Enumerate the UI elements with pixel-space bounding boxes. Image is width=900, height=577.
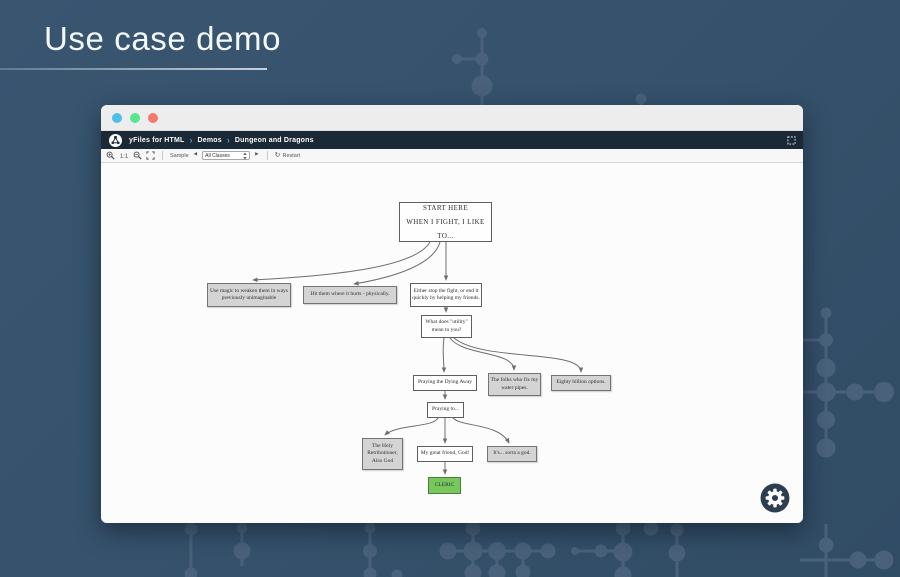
breadcrumb-current: Dungeon and Dragons [235, 137, 314, 144]
flow-node-eighty-billion[interactable]: Eighty billion options. [551, 375, 611, 391]
restart-label: Restart [282, 153, 300, 159]
edge-praying-to-sorta-god [453, 418, 509, 443]
flow-node-label: The folks who fix my water pipes. [490, 377, 539, 391]
breadcrumb-product[interactable]: yFiles for HTML [129, 137, 185, 144]
flow-node-label: CLERIC [435, 482, 455, 489]
flow-node-use-magic[interactable]: Use magic to weaken them in ways previou… [207, 283, 291, 307]
flow-node-label: START HERE WHEN I FIGHT, I LIKE TO... [401, 201, 490, 243]
title-underline [0, 68, 267, 70]
flow-node-praying-dying[interactable]: Praying the Dying Away [413, 375, 477, 391]
traffic-light-green[interactable] [130, 113, 140, 123]
edge-start-hit-them [354, 242, 440, 284]
fit-content-icon[interactable] [146, 151, 155, 160]
flow-node-label: Praying to... [432, 406, 459, 413]
chevron-right-icon: › [227, 136, 230, 145]
flow-node-stop-fight[interactable]: Either stop the fight, or end it quickly… [410, 283, 482, 307]
slide-background: Use case demo [0, 0, 900, 577]
edge-start-use-magic [253, 242, 430, 280]
page-title: Use case demo [44, 20, 281, 58]
edge-utility-folks [450, 338, 514, 370]
flow-node-praying-to[interactable]: Praying to... [427, 402, 464, 418]
traffic-light-blue[interactable] [112, 113, 122, 123]
select-stepper-icon [243, 152, 247, 160]
fullscreen-icon[interactable] [787, 136, 796, 145]
window-titlebar [101, 105, 803, 131]
sample-select[interactable]: All Classes [202, 151, 250, 160]
next-sample-button[interactable]: ▶ [254, 153, 259, 158]
flow-node-great-friend[interactable]: My great friend, God! [417, 446, 473, 462]
sample-label: Sample [170, 153, 189, 159]
svg-text:1:1: 1:1 [120, 154, 129, 160]
flow-node-label: What does "utility" mean to you? [423, 319, 470, 333]
zoom-in-icon[interactable] [106, 151, 115, 160]
chevron-right-icon: › [190, 136, 193, 145]
traffic-light-red[interactable] [148, 113, 158, 123]
flow-node-sorta-god[interactable]: It's... sorta a god. [487, 446, 537, 462]
flow-node-cleric[interactable]: CLERIC [428, 477, 461, 494]
yfiles-logo-icon [109, 134, 122, 147]
flow-node-hit-them[interactable]: Hit them where it hurts - physically. [303, 286, 397, 304]
browser-window: yFiles for HTML › Demos › Dungeon and Dr… [101, 105, 803, 523]
flow-node-label: The Holy Retributioner, Also God [367, 443, 397, 464]
demo-header: yFiles for HTML › Demos › Dungeon and Dr… [101, 131, 803, 149]
flow-node-label: Use magic to weaken them in ways previou… [209, 288, 289, 302]
flow-node-label: It's... sorta a god. [493, 450, 531, 457]
breadcrumb-demos[interactable]: Demos [198, 137, 222, 144]
flow-node-label: Praying the Dying Away [418, 379, 472, 386]
zoom-original-icon[interactable]: 1:1 [119, 151, 129, 160]
flow-node-start[interactable]: START HERE WHEN I FIGHT, I LIKE TO... [399, 202, 492, 242]
zoom-out-icon[interactable] [133, 151, 142, 160]
sample-select-value: All Classes [205, 153, 230, 159]
demo-toolbar: 1:1 Sample ◀ All Classes ▶ ↻ Restart [101, 149, 803, 163]
flow-node-label: My great friend, God! [421, 450, 470, 457]
flow-node-label: Either stop the fight, or end it quickly… [412, 288, 480, 302]
flow-node-folks[interactable]: The folks who fix my water pipes. [488, 373, 541, 396]
flow-node-holy-retributioner[interactable]: The Holy Retributioner, Also God [362, 438, 403, 470]
settings-button[interactable] [758, 481, 792, 515]
edge-utility-praying-dying [443, 338, 444, 372]
graph-canvas[interactable]: START HERE WHEN I FIGHT, I LIKE TO... Use… [101, 163, 803, 523]
toolbar-separator [162, 151, 163, 160]
edge-praying-to-holy-retributioner [385, 418, 438, 435]
gear-icon [758, 481, 792, 515]
restart-button[interactable]: ↻ Restart [275, 152, 301, 159]
flow-node-utility[interactable]: What does "utility" mean to you? [421, 315, 472, 338]
toolbar-separator [267, 151, 268, 160]
previous-sample-button[interactable]: ◀ [193, 153, 198, 158]
flow-node-label: Eighty billion options. [556, 379, 605, 386]
edge-utility-eighty-billion [454, 338, 581, 372]
flow-node-label: Hit them where it hurts - physically. [310, 291, 389, 298]
restart-icon: ↻ [275, 152, 281, 159]
